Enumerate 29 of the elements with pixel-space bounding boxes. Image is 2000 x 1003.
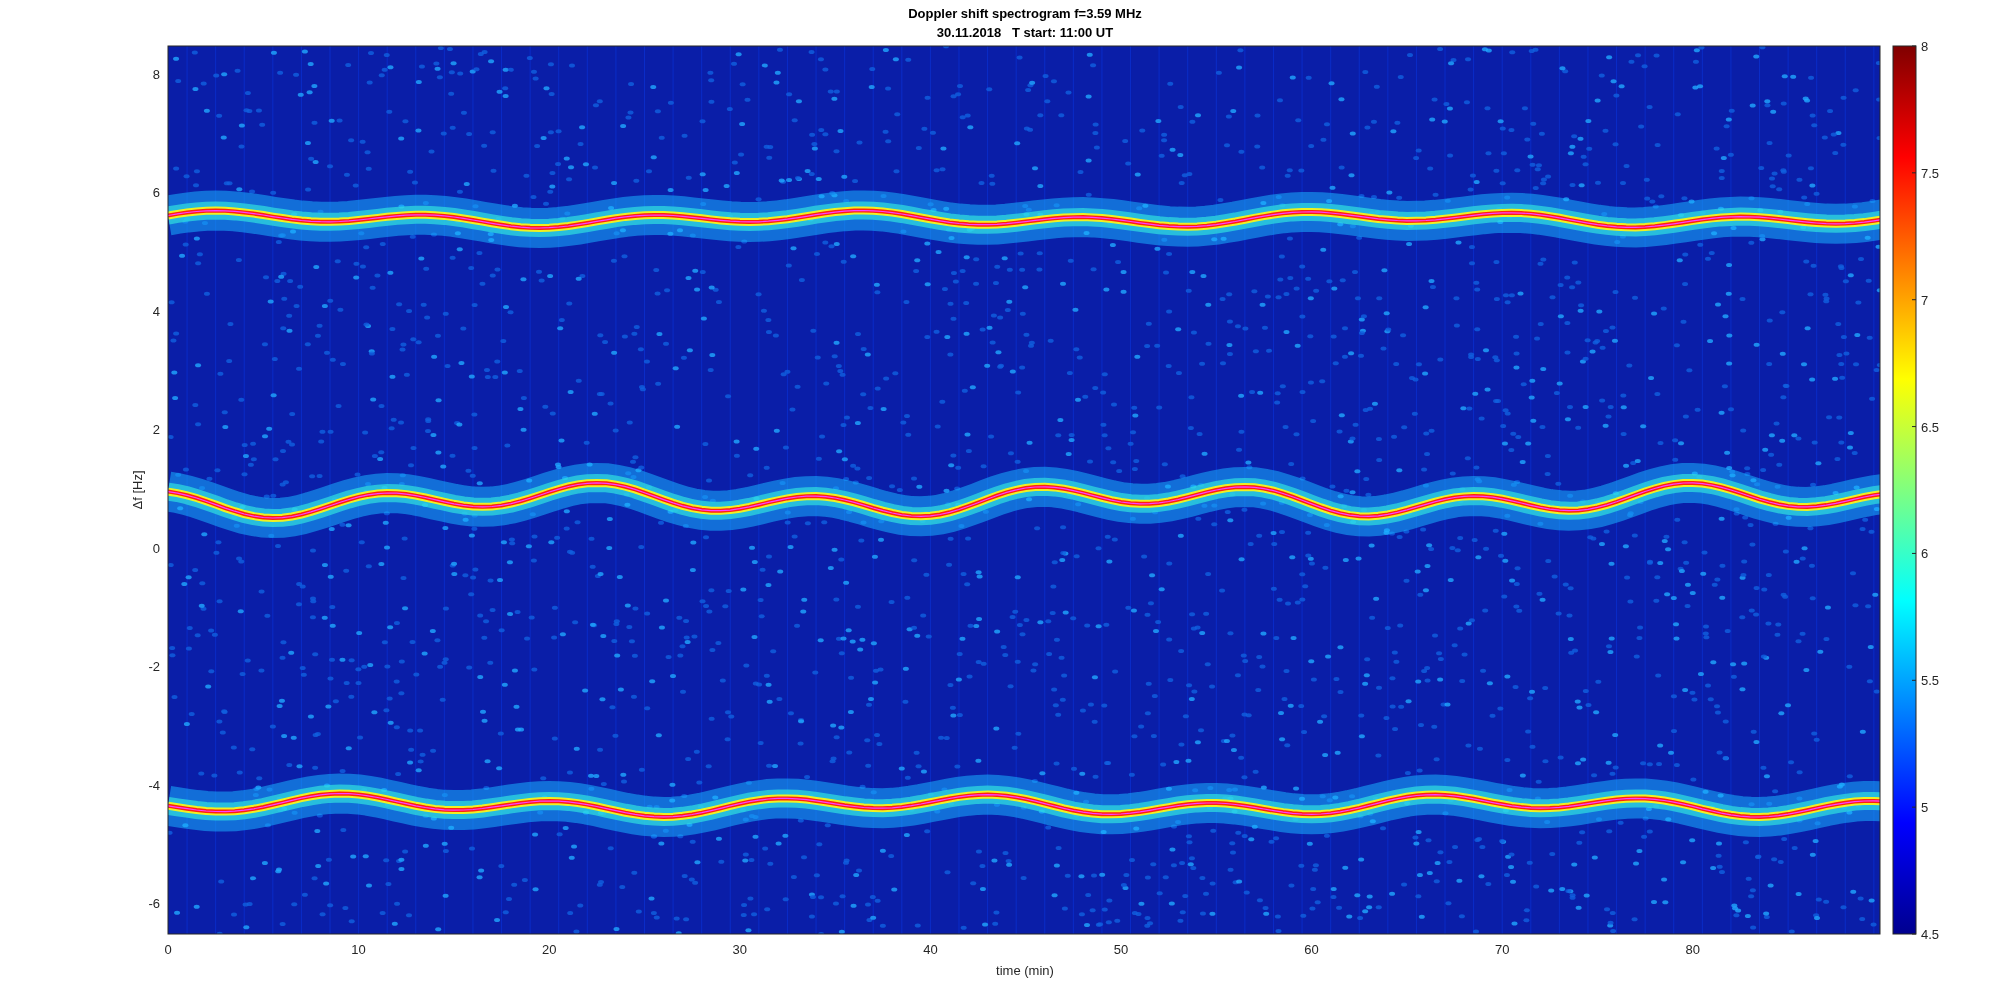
y-tick-label: 8 [152, 67, 160, 82]
x-tick-label: 50 [1113, 942, 1129, 957]
x-tick-label: 60 [1304, 942, 1319, 957]
chart-title: Doppler shift spectrogram f=3.59 MHz [908, 6, 1142, 21]
colorbar-tick-label: 8 [1921, 39, 1929, 54]
y-tick-label: 6 [152, 185, 160, 201]
x-tick-label: 40 [923, 942, 938, 957]
colorbar-tick-label: 7.5 [1921, 165, 1940, 181]
colorbar-tick-label: 7 [1921, 292, 1929, 308]
x-tick-label: 70 [1494, 942, 1510, 957]
colorbar-tick-label: 5.5 [1921, 673, 1940, 689]
colorbar-tick-label: 5 [1921, 800, 1929, 816]
chart-subtitle: 30.11.2018 T start: 11:00 UT [936, 25, 1114, 40]
x-tick-label: 0 [164, 942, 172, 957]
y-tick-label: 0 [152, 540, 160, 556]
y-tick-label: 2 [152, 422, 160, 438]
colorbar-tick-label: 6.5 [1921, 419, 1940, 435]
x-tick-label: 30 [732, 942, 748, 957]
y-tick-label: -4 [148, 777, 160, 793]
y-tick-label: -6 [148, 896, 160, 911]
x-tick-label: 10 [351, 942, 366, 957]
y-tick-label: 4 [152, 303, 160, 319]
colorbar-tick-label: 6 [1921, 546, 1929, 562]
x-axis-label: time (min) [996, 963, 1054, 978]
colorbar-tick-label: 4.5 [1921, 927, 1940, 942]
x-tick-label: 80 [1685, 942, 1701, 957]
y-axis-label: Δf [Hz] [130, 470, 145, 510]
y-tick-label: -2 [148, 659, 160, 675]
x-tick-label: 20 [541, 942, 557, 957]
